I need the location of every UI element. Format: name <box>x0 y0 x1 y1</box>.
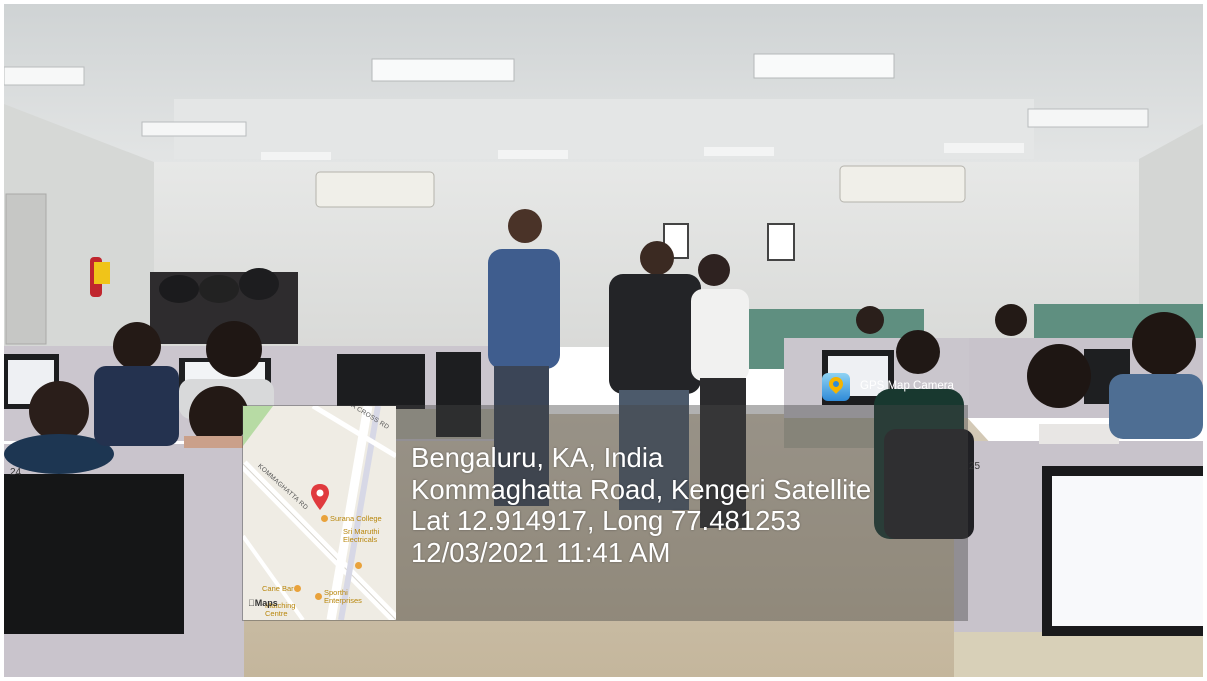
ceiling-light <box>371 58 515 82</box>
geo-info: Bengaluru, KA, India Kommaghatta Road, K… <box>411 442 871 568</box>
air-conditioner <box>315 171 435 208</box>
ceiling-light <box>704 147 774 156</box>
desk-number: 24 <box>10 467 22 478</box>
ceiling-light <box>261 152 331 160</box>
map-attribution: Maps <box>248 598 278 608</box>
map-poi-label: Surana College <box>330 514 382 523</box>
desk <box>954 632 1203 677</box>
map-pin-icon <box>311 484 329 510</box>
ceiling-light <box>753 53 895 79</box>
coordinates-line: Lat 12.914917, Long 77.481253 <box>411 505 801 536</box>
desk-number: 25 <box>969 461 981 472</box>
ceiling-light <box>1027 108 1149 128</box>
gps-camera-app-icon <box>822 373 850 401</box>
wall-frame <box>767 223 795 261</box>
map-poi-label: Cane Bar <box>262 584 294 593</box>
monitor <box>337 354 425 409</box>
fire-sign <box>94 262 110 284</box>
address-line: Kommaghatta Road, Kengeri Satellite <box>411 473 872 505</box>
poi-marker-icon <box>315 593 322 600</box>
ceiling-light <box>944 143 1024 153</box>
timestamp-line: 12/03/2021 11:41 AM <box>411 536 671 568</box>
map-poi-label: Sporthi Enterprises <box>324 588 362 605</box>
screenshot: 24 25 1ST A CROSS RD KOMMAGHATTA RD Sura… <box>0 0 1207 681</box>
monitor <box>4 474 184 634</box>
door <box>5 193 47 345</box>
air-conditioner <box>839 165 966 203</box>
app-name: GPS Map Camera <box>860 380 954 392</box>
map-poi-label: Sri Maruthi Electricals <box>343 527 380 544</box>
location-map: 1ST A CROSS RD KOMMAGHATTA RD Surana Col… <box>243 406 396 620</box>
ceiling-light <box>498 150 568 159</box>
ceiling-light <box>141 121 247 137</box>
poi-marker-icon <box>355 562 362 569</box>
poi-marker-icon <box>294 585 301 592</box>
ceiling-recess <box>174 99 1034 159</box>
location-line: Bengaluru, KA, India <box>411 442 664 473</box>
poi-marker-icon <box>321 515 328 522</box>
monitor-screen <box>1052 476 1203 626</box>
ceiling-light <box>4 66 85 86</box>
